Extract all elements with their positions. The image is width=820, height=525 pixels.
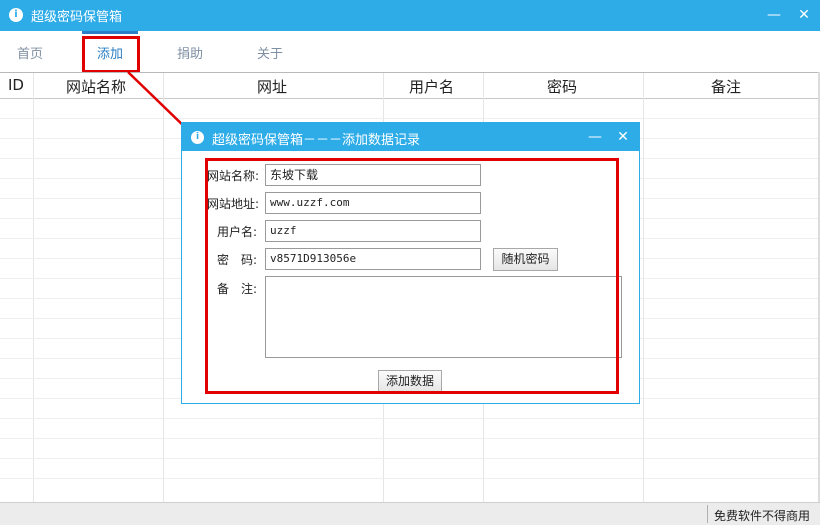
dialog-minimize-button[interactable]: — <box>584 126 606 148</box>
dialog-titlebar: i 超级密码保管箱－－－添加数据记录 — ✕ <box>182 123 639 151</box>
dialog-close-button[interactable]: ✕ <box>612 126 634 148</box>
dialog-title: 超级密码保管箱－－－添加数据记录 <box>212 133 421 148</box>
add-record-dialog: i 超级密码保管箱－－－添加数据记录 — ✕ 网站名称: 东坡下载 网站地址: … <box>181 122 640 404</box>
highlight-box-form <box>205 158 619 394</box>
dialog-info-icon: i <box>191 131 204 144</box>
